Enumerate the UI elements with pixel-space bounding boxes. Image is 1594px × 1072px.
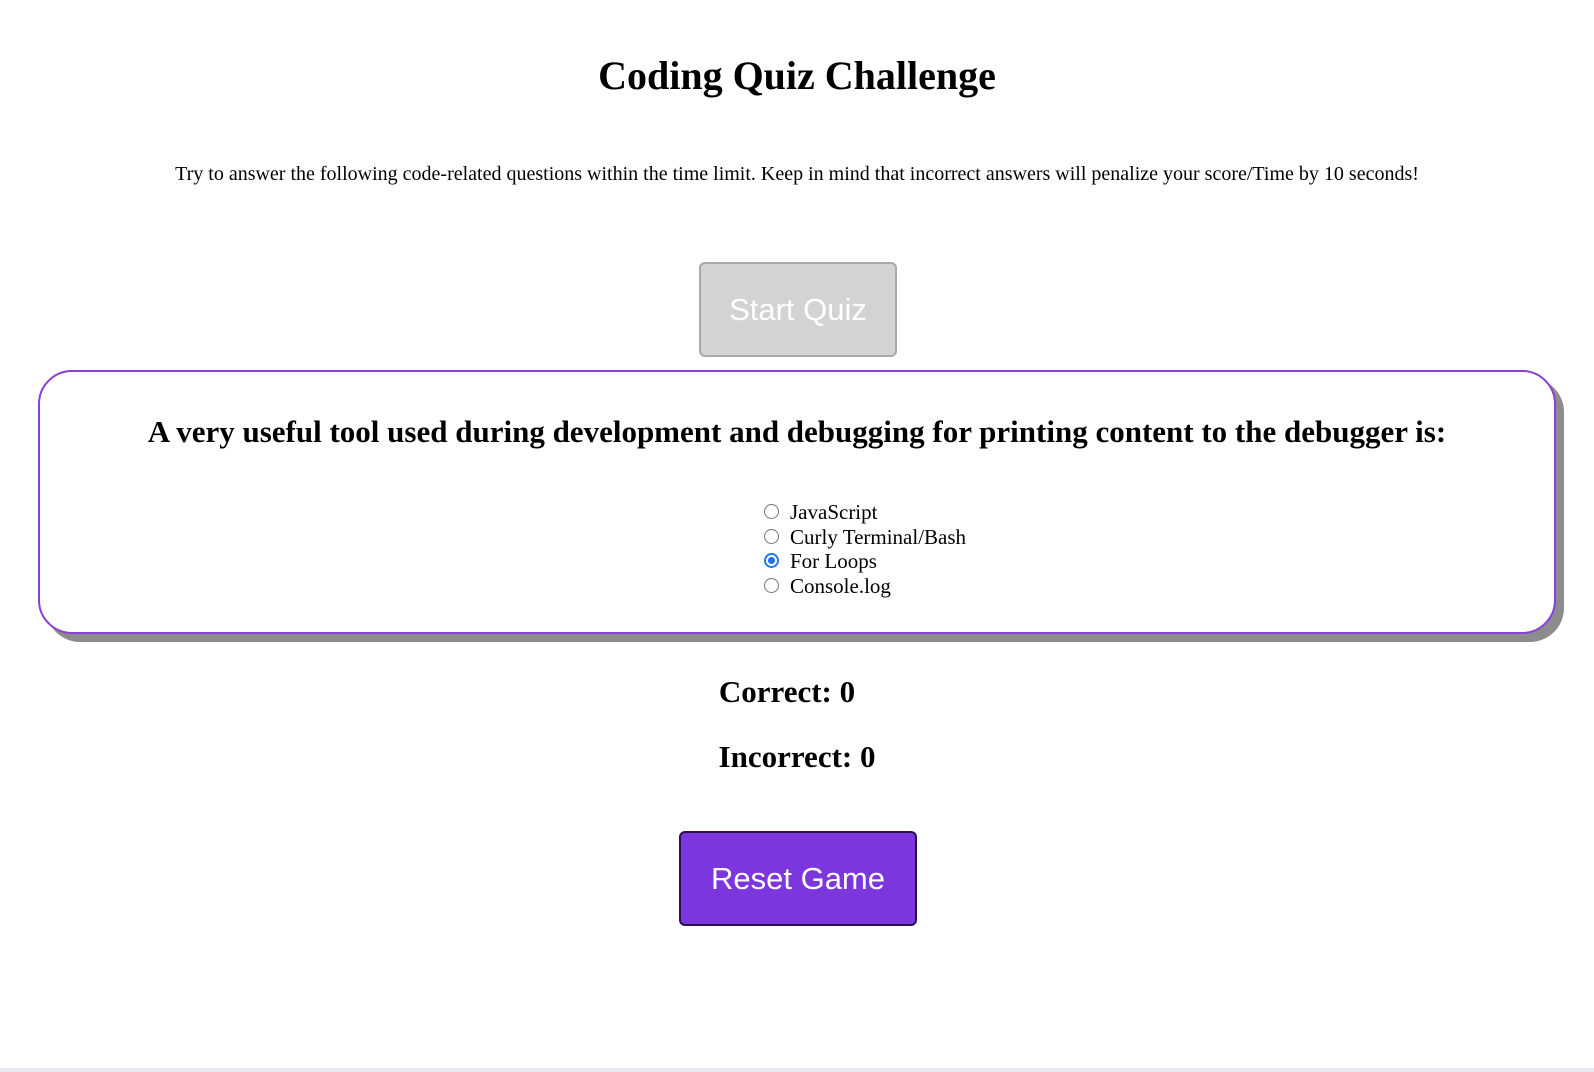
reset-game-button[interactable]: Reset Game [679,831,917,926]
quiz-page: Coding Quiz Challenge Try to answer the … [0,0,1594,1072]
answer-option-javascript[interactable]: JavaScript [764,500,966,525]
answer-options: JavaScript Curly Terminal/Bash For Loops… [764,500,966,598]
question-card: A very useful tool used during developme… [38,370,1556,634]
quiz-instructions: Try to answer the following code-related… [175,163,1419,185]
radio-button[interactable] [764,504,779,519]
radio-button[interactable] [764,577,779,593]
answer-option-console-log[interactable]: Console.log [764,574,966,599]
answer-option-curly-terminal-bash[interactable]: Curly Terminal/Bash [764,525,966,550]
question-text: A very useful tool used during developme… [147,414,1447,449]
bottom-edge-bar [0,1068,1594,1072]
answer-label: Console.log [790,573,891,598]
radio-button[interactable] [764,528,779,544]
start-quiz-button[interactable]: Start Quiz [699,262,897,357]
correct-count: Correct: 0 [718,674,856,709]
answer-label: JavaScript [790,500,878,524]
answer-label: For Loops [790,549,877,573]
answer-label: Curly Terminal/Bash [790,524,967,549]
incorrect-count: Incorrect: 0 [718,739,876,774]
radio-button-checked[interactable] [764,553,779,568]
page-title: Coding Quiz Challenge [598,53,996,98]
answer-option-for-loops[interactable]: For Loops [764,549,966,574]
